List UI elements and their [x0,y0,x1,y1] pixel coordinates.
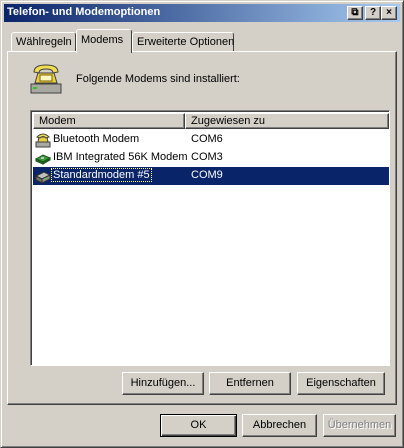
button-label: Eigenschaften [306,377,376,389]
add-button[interactable]: Hinzufügen... [122,372,204,395]
tab-label: Wählregeln [16,36,72,48]
modem-name: Bluetooth Modem [53,133,140,145]
button-label: Hinzufügen... [130,377,196,389]
tab-waehlregeln[interactable]: Wählregeln [11,32,76,52]
column-header-port[interactable]: Zugewiesen zu [185,113,389,129]
modem-name: Standardmodem #5 [51,168,152,182]
cancel-button[interactable]: Abbrechen [242,414,317,437]
list-item[interactable]: IBM Integrated 56K Modem COM3 [33,149,389,167]
list-item[interactable]: Bluetooth Modem COM6 [33,131,389,149]
modem-port: COM3 [191,151,223,163]
help-button[interactable]: ? [365,6,381,20]
modem-name: IBM Integrated 56K Modem [53,151,188,163]
title-bar: Telefon- und Modemoptionen ⧉ ? × [4,4,400,22]
tab-label: Erweiterte Optionen [137,36,235,48]
properties-title-button[interactable]: ⧉ [347,6,363,20]
apply-button[interactable]: Übernehmen [323,414,396,437]
dialog-window: Telefon- und Modemoptionen ⧉ ? × Wählreg… [0,0,404,448]
column-label: Zugewiesen zu [191,115,265,127]
button-label: Entfernen [226,377,274,389]
properties-button[interactable]: Eigenschaften [297,372,385,395]
properties-icon: ⧉ [351,7,359,18]
close-icon: × [386,7,392,18]
modem-list[interactable]: Modem Zugewiesen zu Bluetooth Modem COM6 [30,110,390,366]
tab-label: Modems [81,34,124,46]
modem-port: COM9 [191,169,223,181]
button-label: Übernehmen [327,419,392,431]
button-label: OK [190,419,207,431]
bluetooth-modem-icon [35,133,51,148]
ok-button[interactable]: OK [160,414,237,437]
intro-text: Folgende Modems sind installiert: [76,73,240,85]
list-item[interactable]: Standardmodem #5 COM9 [33,167,389,185]
external-modem-icon [35,171,51,184]
remove-button[interactable]: Entfernen [209,372,291,395]
button-label: Abbrechen [252,419,307,431]
modem-card-icon [35,154,51,165]
window-title: Telefon- und Modemoptionen [7,6,161,18]
tab-modems[interactable]: Modems [76,29,132,53]
tab-erweiterte-optionen[interactable]: Erweiterte Optionen [132,32,234,52]
column-label: Modem [39,115,76,127]
telephone-modem-icon [30,64,62,94]
help-icon: ? [369,7,377,18]
modems-tab-panel: Folgende Modems sind installiert: Modem … [7,51,397,405]
close-button[interactable]: × [381,6,397,20]
modem-port: COM6 [191,133,223,145]
column-header-modem[interactable]: Modem [33,113,185,129]
